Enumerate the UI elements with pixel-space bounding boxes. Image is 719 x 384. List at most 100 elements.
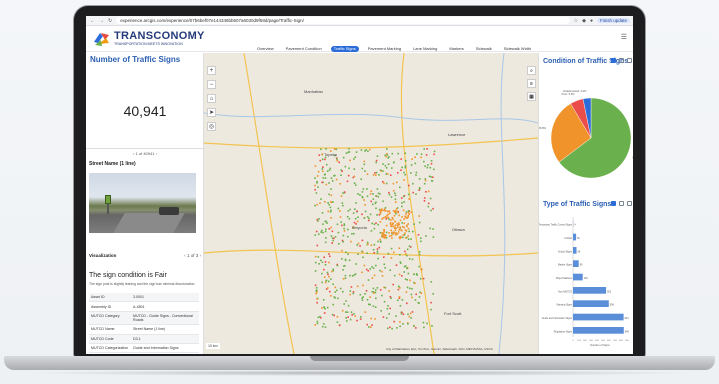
sign-point[interactable] — [327, 273, 329, 276]
sign-point[interactable] — [401, 275, 403, 277]
sign-point[interactable] — [390, 247, 393, 250]
sign-point[interactable] — [408, 184, 410, 187]
sign-point[interactable] — [351, 275, 354, 277]
sign-point[interactable] — [348, 148, 350, 150]
home-icon[interactable]: ⌂ — [207, 94, 216, 103]
sign-point[interactable] — [348, 167, 350, 169]
sign-point[interactable] — [401, 197, 403, 199]
sign-point[interactable] — [325, 220, 328, 223]
sign-point[interactable] — [382, 163, 384, 165]
sign-point[interactable] — [343, 230, 346, 232]
sign-point[interactable] — [397, 288, 400, 291]
sign-point[interactable] — [420, 240, 422, 243]
sign-point[interactable] — [321, 261, 324, 264]
sign-point[interactable] — [399, 305, 402, 307]
sign-point[interactable] — [354, 156, 357, 158]
filter-icon[interactable] — [611, 201, 616, 206]
sign-point[interactable] — [336, 316, 339, 318]
sign-point[interactable] — [322, 223, 324, 225]
tab-markers[interactable]: Markers — [446, 46, 466, 52]
sign-point[interactable] — [343, 224, 346, 227]
sign-point[interactable] — [398, 296, 401, 298]
sign-point[interactable] — [423, 200, 426, 202]
sign-point[interactable] — [418, 215, 420, 217]
sign-point[interactable] — [390, 219, 392, 221]
sign-point[interactable] — [376, 252, 379, 254]
profile-icon[interactable]: ● — [590, 18, 593, 24]
sign-point[interactable] — [404, 166, 407, 169]
sign-point[interactable] — [388, 191, 390, 194]
expand-icon[interactable] — [627, 201, 632, 206]
sign-point[interactable] — [349, 318, 352, 321]
sign-point[interactable] — [432, 176, 434, 178]
sign-point[interactable] — [348, 151, 351, 153]
sign-point[interactable] — [407, 193, 410, 196]
sign-point[interactable] — [404, 215, 406, 218]
sign-point[interactable] — [325, 279, 328, 282]
sign-point[interactable] — [394, 192, 396, 194]
sign-point[interactable] — [405, 230, 408, 232]
sign-point[interactable] — [399, 254, 401, 256]
sign-point[interactable] — [346, 320, 348, 322]
sign-point[interactable] — [325, 148, 327, 150]
sign-point[interactable] — [404, 278, 407, 280]
sign-point[interactable] — [321, 307, 323, 309]
feature-pager[interactable]: ‹ 1 of 40941 › — [86, 148, 204, 158]
sign-point[interactable] — [382, 170, 384, 172]
sign-point[interactable] — [365, 268, 368, 271]
sign-point[interactable] — [414, 282, 416, 285]
sign-point[interactable] — [425, 191, 427, 193]
sign-point[interactable] — [374, 318, 376, 320]
sign-point[interactable] — [418, 253, 421, 256]
sign-point[interactable] — [324, 264, 327, 266]
sign-point[interactable] — [366, 173, 369, 175]
sign-point[interactable] — [401, 236, 404, 239]
sign-point[interactable] — [386, 317, 388, 319]
sign-point[interactable] — [394, 220, 397, 223]
sign-point[interactable] — [410, 293, 413, 296]
sign-point[interactable] — [375, 174, 377, 176]
sign-point[interactable] — [326, 271, 329, 274]
sign-point[interactable] — [388, 193, 391, 196]
sign-point[interactable] — [354, 208, 356, 210]
sign-point[interactable] — [384, 234, 386, 237]
sign-point[interactable] — [372, 305, 375, 307]
sign-point[interactable] — [349, 293, 351, 296]
sign-point[interactable] — [337, 207, 340, 210]
sign-point[interactable] — [396, 181, 398, 184]
sign-point[interactable] — [333, 148, 336, 150]
sign-point[interactable] — [391, 152, 394, 155]
sign-point[interactable] — [352, 291, 355, 293]
bar[interactable] — [573, 273, 583, 281]
sign-point[interactable] — [399, 321, 401, 323]
sign-point[interactable] — [383, 256, 385, 258]
sign-point[interactable] — [339, 216, 342, 218]
sign-point[interactable] — [406, 286, 409, 289]
sign-point[interactable] — [369, 296, 371, 298]
sign-point[interactable] — [333, 296, 336, 298]
sign-point[interactable] — [376, 155, 379, 157]
sign-point[interactable] — [401, 229, 403, 232]
sign-point[interactable] — [363, 163, 366, 166]
sign-point[interactable] — [323, 312, 326, 314]
sign-point[interactable] — [426, 166, 429, 169]
sign-point[interactable] — [379, 213, 382, 215]
sign-point[interactable] — [353, 313, 355, 315]
sign-point[interactable] — [373, 274, 376, 277]
sign-point[interactable] — [397, 152, 399, 155]
sign-point[interactable] — [353, 232, 355, 235]
sign-point[interactable] — [349, 208, 351, 211]
sign-point[interactable] — [413, 273, 415, 275]
sign-point[interactable] — [335, 148, 338, 151]
sign-point[interactable] — [322, 166, 324, 168]
sign-point[interactable] — [373, 223, 376, 226]
sign-point[interactable] — [346, 311, 349, 313]
sign-point[interactable] — [399, 262, 402, 264]
sign-point[interactable] — [386, 154, 389, 156]
sign-point[interactable] — [374, 172, 376, 174]
sign-point[interactable] — [389, 235, 391, 237]
sign-point[interactable] — [325, 163, 328, 166]
sign-point[interactable] — [430, 301, 432, 304]
sign-point[interactable] — [330, 188, 332, 190]
sign-point[interactable] — [352, 292, 355, 295]
